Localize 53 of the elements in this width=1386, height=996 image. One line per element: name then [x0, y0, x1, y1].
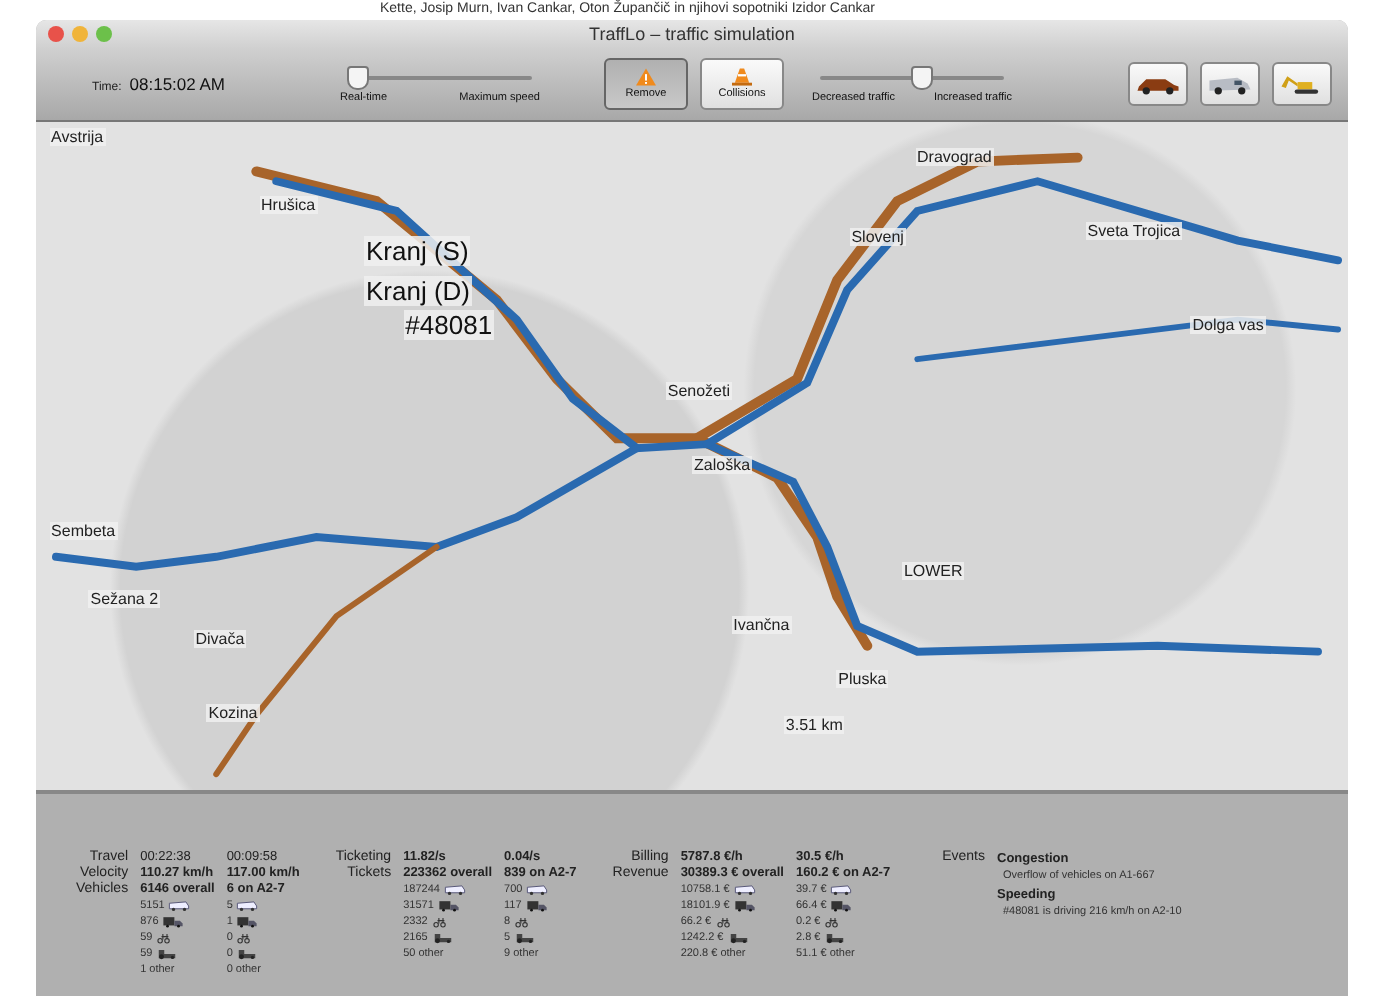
van-icon: [1208, 73, 1252, 95]
traffic-cone-icon: [732, 68, 752, 86]
van-button[interactable]: [1200, 62, 1260, 106]
map-label: Kozina: [206, 703, 260, 722]
map-label: Dravograd: [915, 148, 994, 167]
bus-icon: [733, 884, 756, 896]
tractor-icon: [514, 932, 537, 944]
map-label: Sveta Trojica: [1085, 222, 1183, 241]
truck-icon: [162, 916, 185, 928]
map-label: Sežana 2: [88, 589, 161, 608]
map-label: Pluska: [836, 669, 889, 688]
traffic-slider[interactable]: [820, 65, 1004, 89]
map-label: Senožeti: [665, 382, 733, 401]
vehicle-marker-label: #48081: [403, 309, 495, 340]
truck-icon: [236, 916, 259, 928]
bus-icon: [443, 884, 466, 896]
map-label: Ivančna: [731, 616, 792, 635]
truck-icon: [437, 900, 460, 912]
excavator-icon: [1280, 73, 1324, 95]
tractor-icon: [431, 932, 454, 944]
car-icon: [1136, 73, 1180, 95]
bus-icon: [526, 884, 549, 896]
tractor-icon: [727, 932, 750, 944]
truck-icon: [525, 900, 548, 912]
map[interactable]: Avstrija Hrušica Kranj (S) Kranj (D) #48081 Dravograd Slovenj Sveta Trojica Dolga vas Senožeti Zaloška Sembeta LOWER Sežana 2 Divača Ivančna Pluska Kozina 3.51 km: [36, 122, 1348, 790]
tractor-icon: [236, 948, 259, 960]
truck-icon: [830, 900, 853, 912]
map-label: Zaloška: [692, 456, 753, 474]
time-value: 08:15:02 AM: [129, 74, 226, 94]
excavator-button[interactable]: [1272, 62, 1332, 106]
car-button[interactable]: [1128, 62, 1188, 106]
slider-thumb[interactable]: [346, 65, 369, 89]
map-label: Slovenj: [849, 228, 906, 247]
speed-slider[interactable]: [348, 65, 532, 89]
window-title: TraffLo – traffic simulation: [589, 24, 795, 44]
vehicle-marker-label: Kranj (S): [364, 235, 471, 266]
truck-icon: [733, 900, 756, 912]
vehicle-marker-label: Kranj (D): [364, 275, 473, 306]
map-label: Avstrija: [49, 128, 106, 147]
bus-icon: [236, 900, 259, 912]
tractor-icon: [156, 948, 179, 960]
map-label: 3.51 km: [783, 716, 845, 735]
map-label: Sembeta: [49, 522, 118, 541]
map-label: Hrušica: [259, 195, 318, 214]
warning-icon: [636, 68, 656, 86]
bus-icon: [168, 900, 191, 912]
bus-icon: [830, 884, 853, 896]
map-label: LOWER: [901, 562, 965, 581]
map-label: Dolga vas: [1190, 315, 1266, 334]
map-label: Divača: [193, 629, 247, 648]
tractor-icon: [824, 932, 847, 944]
slider-thumb[interactable]: [910, 65, 933, 89]
close-button[interactable]: [48, 26, 64, 42]
